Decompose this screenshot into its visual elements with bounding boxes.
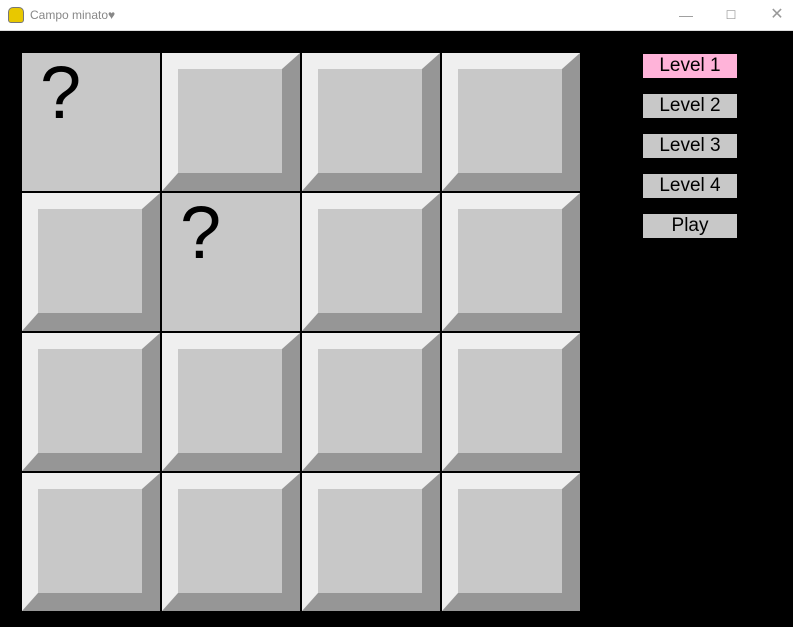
tile-hidden[interactable] <box>162 333 300 471</box>
tile-hidden[interactable] <box>22 473 160 611</box>
tile-hidden[interactable] <box>22 333 160 471</box>
minimize-icon[interactable]: — <box>671 4 701 26</box>
pygame-snake-icon <box>8 7 24 23</box>
tile-hidden[interactable] <box>302 193 440 331</box>
window-title: Campo minato♥ <box>30 8 116 22</box>
tile-hidden[interactable] <box>302 333 440 471</box>
tile-hidden[interactable] <box>302 473 440 611</box>
tile-hidden[interactable] <box>22 193 160 331</box>
level-2-button[interactable]: Level 2 <box>643 94 737 118</box>
level-4-button[interactable]: Level 4 <box>643 174 737 198</box>
close-icon[interactable]: ✕ <box>762 4 792 26</box>
title-bar: Campo minato♥ — ☐ ✕ <box>0 0 793 31</box>
level-3-button[interactable]: Level 3 <box>643 134 737 158</box>
tile-hidden[interactable] <box>442 473 580 611</box>
question-mark: ? <box>180 191 222 274</box>
tile-revealed[interactable]: ? <box>22 53 160 191</box>
tile-hidden[interactable] <box>162 53 300 191</box>
question-mark: ? <box>40 51 82 134</box>
maximize-icon[interactable]: ☐ <box>716 4 746 26</box>
tile-hidden[interactable] <box>442 193 580 331</box>
tile-hidden[interactable] <box>442 53 580 191</box>
tile-hidden[interactable] <box>302 53 440 191</box>
level-1-button[interactable]: Level 1 <box>643 54 737 78</box>
tile-hidden[interactable] <box>162 473 300 611</box>
tile-hidden[interactable] <box>442 333 580 471</box>
tile-revealed[interactable]: ? <box>162 193 300 331</box>
play-button[interactable]: Play <box>643 214 737 238</box>
